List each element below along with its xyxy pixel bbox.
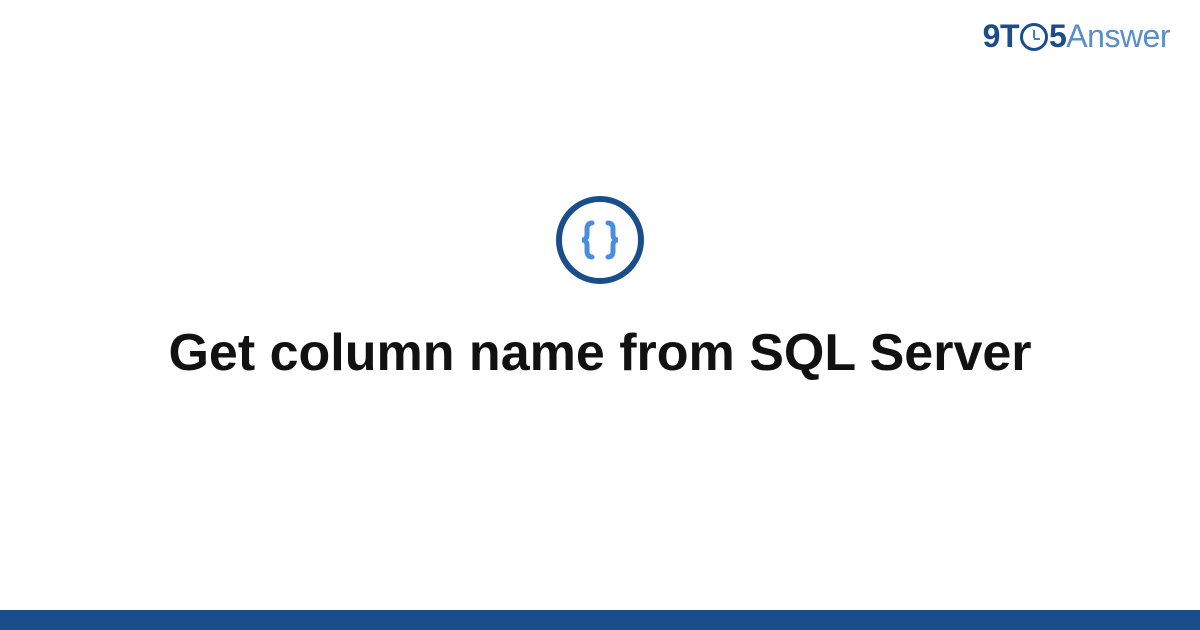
page-title: Get column name from SQL Server	[128, 322, 1071, 384]
code-braces-svg	[575, 215, 625, 265]
main-content: Get column name from SQL Server	[0, 0, 1200, 610]
footer-bar	[0, 610, 1200, 630]
braces-icon	[556, 196, 644, 284]
